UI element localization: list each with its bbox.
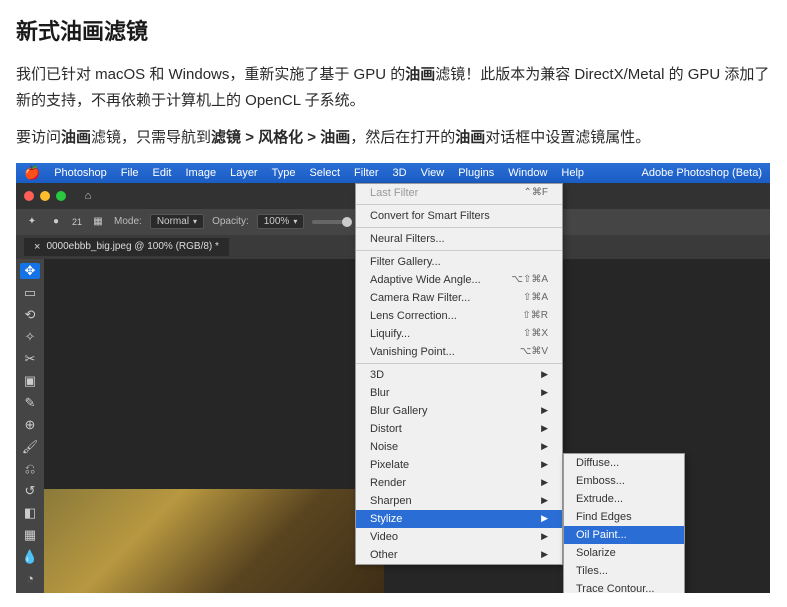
menu-pixelate[interactable]: Pixelate▶ [356, 456, 562, 474]
eraser-tool-icon[interactable]: ◧ [20, 505, 40, 521]
brush-panel-icon[interactable]: ▦ [90, 214, 106, 230]
menu-layer[interactable]: Layer [230, 167, 258, 179]
opacity-slider[interactable] [312, 220, 352, 224]
menu-neural-filters[interactable]: Neural Filters... [356, 230, 562, 248]
menu-last-filter: Last Filter⌃⌘F [356, 184, 562, 202]
separator [356, 250, 562, 251]
separator [356, 204, 562, 205]
document-tab[interactable]: × 0000ebbb_big.jpeg @ 100% (RGB/8) * [24, 238, 229, 256]
close-tab-icon[interactable]: × [34, 241, 40, 253]
lasso-tool-icon[interactable]: ⟲ [20, 307, 40, 323]
menu-camera-raw[interactable]: Camera Raw Filter...⇧⌘A [356, 289, 562, 307]
mac-menubar: 🍎 Photoshop File Edit Image Layer Type S… [16, 163, 770, 183]
menu-image[interactable]: Image [186, 167, 217, 179]
eyedropper-tool-icon[interactable]: ✎ [20, 395, 40, 411]
separator [356, 227, 562, 228]
submenu-emboss[interactable]: Emboss... [564, 472, 684, 490]
submenu-solarize[interactable]: Solarize [564, 544, 684, 562]
menu-plugins[interactable]: Plugins [458, 167, 494, 179]
opacity-label: Opacity: [212, 216, 249, 227]
brush-icon[interactable]: ● [48, 214, 64, 230]
move-tool-icon[interactable]: ✥ [20, 263, 40, 279]
menu-3d[interactable]: 3D▶ [356, 366, 562, 384]
opacity-select[interactable]: 100% [257, 214, 305, 229]
menu-stylize[interactable]: Stylize▶ [356, 510, 562, 528]
maximize-icon[interactable] [56, 191, 66, 201]
stamp-tool-icon[interactable]: ⎌ [20, 461, 40, 477]
menu-filter-gallery[interactable]: Filter Gallery... [356, 253, 562, 271]
marquee-tool-icon[interactable]: ▭ [20, 285, 40, 301]
submenu-extrude[interactable]: Extrude... [564, 490, 684, 508]
menu-select[interactable]: Select [309, 167, 340, 179]
menu-other[interactable]: Other▶ [356, 546, 562, 564]
text: 我们已针对 macOS 和 Windows，重新实施了基于 GPU 的 [16, 66, 405, 83]
mode-label: Mode: [114, 216, 142, 227]
tab-label: 0000ebbb_big.jpeg @ 100% (RGB/8) * [46, 241, 219, 252]
page-title: 新式油画滤镜 [16, 14, 771, 46]
menu-view[interactable]: View [421, 167, 445, 179]
stylize-submenu: Diffuse... Emboss... Extrude... Find Edg… [563, 453, 685, 593]
menu-render[interactable]: Render▶ [356, 474, 562, 492]
menu-distort[interactable]: Distort▶ [356, 420, 562, 438]
menu-filter[interactable]: Filter [354, 167, 378, 179]
paragraph-2: 要访问油画滤镜，只需导航到滤镜 > 风格化 > 油画，然后在打开的油画对话框中设… [16, 125, 771, 151]
bold: 滤镜 > 风格化 > 油画 [211, 129, 350, 146]
gradient-tool-icon[interactable]: ▦ [20, 527, 40, 543]
bold: 油画 [61, 129, 91, 146]
text: ，然后在打开的 [350, 129, 455, 146]
mode-select[interactable]: Normal [150, 214, 204, 229]
text: 对话框中设置滤镜属性。 [485, 129, 650, 146]
menu-sharpen[interactable]: Sharpen▶ [356, 492, 562, 510]
app-title: Adobe Photoshop (Beta) [642, 167, 762, 179]
tool-preset-icon[interactable]: ✦ [24, 214, 40, 230]
menu-window[interactable]: Window [508, 167, 547, 179]
menu-blur-gallery[interactable]: Blur Gallery▶ [356, 402, 562, 420]
app-name[interactable]: Photoshop [54, 167, 107, 179]
menu-file[interactable]: File [121, 167, 139, 179]
menu-vanishing-point[interactable]: Vanishing Point...⌥⌘V [356, 343, 562, 361]
submenu-tiles[interactable]: Tiles... [564, 562, 684, 580]
brush-tool-icon[interactable]: 🖌 [20, 439, 40, 455]
menu-liquify[interactable]: Liquify...⇧⌘X [356, 325, 562, 343]
dodge-tool-icon[interactable]: ◔ [20, 571, 40, 586]
toolbar: ✥ ▭ ⟲ ✧ ✂ ▣ ✎ ⊕ 🖌 ⎌ ↺ ◧ ▦ 💧 ◔ ✒ T [16, 259, 44, 593]
screenshot: 🍎 Photoshop File Edit Image Layer Type S… [16, 163, 770, 593]
submenu-find-edges[interactable]: Find Edges [564, 508, 684, 526]
minimize-icon[interactable] [40, 191, 50, 201]
separator [356, 363, 562, 364]
history-brush-icon[interactable]: ↺ [20, 483, 40, 499]
document-image [44, 489, 384, 593]
pen-tool-icon[interactable]: ✒ [20, 592, 40, 593]
menu-edit[interactable]: Edit [153, 167, 172, 179]
bold: 油画 [405, 66, 435, 83]
submenu-trace-contour[interactable]: Trace Contour... [564, 580, 684, 593]
submenu-diffuse[interactable]: Diffuse... [564, 454, 684, 472]
brush-size[interactable]: 21 [72, 217, 82, 227]
menu-video[interactable]: Video▶ [356, 528, 562, 546]
text: 滤镜，只需导航到 [91, 129, 211, 146]
healing-tool-icon[interactable]: ⊕ [20, 417, 40, 433]
frame-tool-icon[interactable]: ▣ [20, 373, 40, 389]
text: 要访问 [16, 129, 61, 146]
bold: 油画 [455, 129, 485, 146]
filter-menu: Last Filter⌃⌘F Convert for Smart Filters… [355, 183, 563, 565]
wand-tool-icon[interactable]: ✧ [20, 329, 40, 345]
menu-adaptive-wide-angle[interactable]: Adaptive Wide Angle...⌥⇧⌘A [356, 271, 562, 289]
apple-icon[interactable]: 🍎 [24, 165, 40, 181]
menu-blur[interactable]: Blur▶ [356, 384, 562, 402]
crop-tool-icon[interactable]: ✂ [20, 351, 40, 367]
menu-3d[interactable]: 3D [393, 167, 407, 179]
blur-tool-icon[interactable]: 💧 [20, 549, 40, 565]
close-icon[interactable] [24, 191, 34, 201]
paragraph-1: 我们已针对 macOS 和 Windows，重新实施了基于 GPU 的油画滤镜！… [16, 62, 771, 113]
submenu-oil-paint[interactable]: Oil Paint... [564, 526, 684, 544]
menu-help[interactable]: Help [561, 167, 584, 179]
menu-convert-smart[interactable]: Convert for Smart Filters [356, 207, 562, 225]
home-icon[interactable]: ⌂ [80, 188, 96, 204]
menu-noise[interactable]: Noise▶ [356, 438, 562, 456]
menu-type[interactable]: Type [272, 167, 296, 179]
menu-lens-correction[interactable]: Lens Correction...⇧⌘R [356, 307, 562, 325]
